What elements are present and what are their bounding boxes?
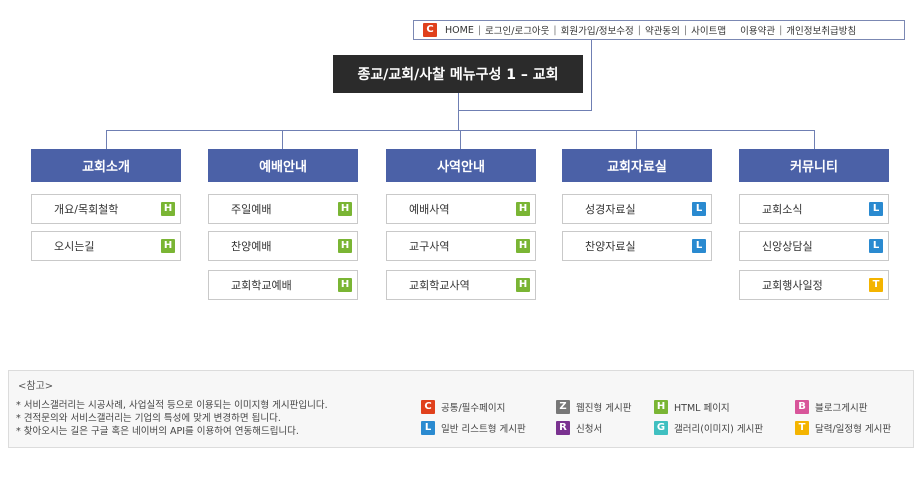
connector-cat-5 <box>814 130 815 149</box>
nav-separator: | <box>553 24 557 36</box>
common-page-badge: C <box>421 400 435 414</box>
html-page-badge: H <box>338 278 352 292</box>
menu-item-overview[interactable]: 개요/목회철학 H <box>31 194 181 224</box>
html-page-badge: H <box>338 239 352 253</box>
menu-item-label: 개요/목회철학 <box>54 203 119 216</box>
list-board-badge: L <box>869 202 883 216</box>
calendar-board-badge: T <box>795 421 809 435</box>
menu-item-label: 교회학교사역 <box>409 279 470 292</box>
connector-topbar-down <box>591 40 592 110</box>
list-board-badge: L <box>421 421 435 435</box>
html-page-badge: H <box>161 239 175 253</box>
connector-cat-3 <box>460 130 461 149</box>
nav-link-sitemap[interactable]: 사이트맵 <box>691 23 726 37</box>
legend-item: L 일반 리스트형 게시판 <box>421 421 526 435</box>
webzine-board-badge: Z <box>556 400 570 414</box>
menu-item-district-ministry[interactable]: 교구사역 H <box>386 231 536 261</box>
menu-item-label: 교구사역 <box>409 240 450 253</box>
diagram-title: 종교/교회/사찰 메뉴구성 1 – 교회 <box>333 55 583 93</box>
connector-cat-4 <box>636 130 637 149</box>
connector-title-join <box>458 110 592 111</box>
nav-link-join[interactable]: 회원가입/정보수정 <box>561 23 634 37</box>
menu-item-faith-counsel[interactable]: 신앙상담실 L <box>739 231 889 261</box>
menu-item-label: 찬양예배 <box>231 240 272 253</box>
nav-link-privacy[interactable]: 개인정보취급방침 <box>786 23 856 37</box>
connector-cat-1 <box>106 130 107 149</box>
legend-label: HTML 페이지 <box>674 403 730 414</box>
reference-notes: * 서비스갤러리는 시공사례, 사업실적 등으로 이용되는 이미지형 게시판입니… <box>16 399 328 438</box>
menu-item-school-worship[interactable]: 교회학교예배 H <box>208 270 358 300</box>
menu-item-worship-ministry[interactable]: 예배사역 H <box>386 194 536 224</box>
legend-label: 공통/필수페이지 <box>441 403 506 414</box>
category-worship-guide[interactable]: 예배안내 <box>208 149 358 182</box>
nav-separator: | <box>683 24 688 36</box>
reference-note: * 찾아오시는 길은 구글 혹은 네이버의 API를 이용하여 연동해드립니다. <box>16 426 299 437</box>
html-page-badge: H <box>516 202 530 216</box>
legend-label: 일반 리스트형 게시판 <box>441 424 526 435</box>
legend-item: Z 웹진형 게시판 <box>556 400 631 414</box>
legend-label: 갤러리(이미지) 게시판 <box>674 424 764 435</box>
list-board-badge: L <box>869 239 883 253</box>
menu-item-label: 오시는길 <box>54 240 95 253</box>
nav-separator: | <box>779 24 783 36</box>
menu-item-label: 주일예배 <box>231 203 272 216</box>
connector-cat-2 <box>282 130 283 149</box>
nav-link-home[interactable]: HOME <box>445 25 474 36</box>
legend-item: T 달력/일정형 게시판 <box>795 421 891 435</box>
menu-item-label: 교회소식 <box>762 203 803 216</box>
html-page-badge: H <box>161 202 175 216</box>
reference-box: <참고> * 서비스갤러리는 시공사례, 사업실적 등으로 이용되는 이미지형 … <box>8 370 914 448</box>
menu-item-event-schedule[interactable]: 교회행사일정 T <box>739 270 889 300</box>
reference-title: <참고> <box>18 381 54 392</box>
html-page-badge: H <box>516 239 530 253</box>
legend-item: H HTML 페이지 <box>654 400 730 414</box>
nav-link-terms-agree[interactable]: 약관동의 <box>645 23 680 37</box>
legend-label: 웹진형 게시판 <box>576 403 632 414</box>
connector-title-down <box>458 93 459 130</box>
nav-link-terms[interactable]: 이용약관 <box>740 23 775 37</box>
blog-board-badge: B <box>795 400 809 414</box>
nav-separator: | <box>637 24 641 36</box>
category-church-intro[interactable]: 교회소개 <box>31 149 181 182</box>
menu-item-label: 교회행사일정 <box>762 279 823 292</box>
calendar-board-badge: T <box>869 278 883 292</box>
common-page-badge: C <box>423 23 437 37</box>
legend-label: 블로그게시판 <box>815 403 868 414</box>
html-page-badge: H <box>654 400 668 414</box>
list-board-badge: L <box>692 202 706 216</box>
menu-item-church-news[interactable]: 교회소식 L <box>739 194 889 224</box>
menu-item-sunday-worship[interactable]: 주일예배 H <box>208 194 358 224</box>
legend-label: 달력/일정형 게시판 <box>815 424 892 435</box>
nav-separator: | <box>477 24 482 36</box>
category-church-archive[interactable]: 교회자료실 <box>562 149 712 182</box>
menu-item-directions[interactable]: 오시는길 H <box>31 231 181 261</box>
category-community[interactable]: 커뮤니티 <box>739 149 889 182</box>
legend-item: C 공통/필수페이지 <box>421 400 505 414</box>
menu-item-label: 찬양자료실 <box>585 240 636 253</box>
top-nav-bar: C HOME | 로그인/로그아웃 | 회원가입/정보수정 | 약관동의 | 사… <box>413 20 905 40</box>
legend-item: G 갤러리(이미지) 게시판 <box>654 421 763 435</box>
reference-note: * 견적문의와 서비스갤러리는 기업의 특성에 맞게 변경하면 됩니다. <box>16 413 281 424</box>
list-board-badge: L <box>692 239 706 253</box>
reference-note: * 서비스갤러리는 시공사례, 사업실적 등으로 이용되는 이미지형 게시판입니… <box>16 400 328 411</box>
legend-item: B 블로그게시판 <box>795 400 867 414</box>
nav-link-login[interactable]: 로그인/로그아웃 <box>485 23 549 37</box>
menu-item-praise-worship[interactable]: 찬양예배 H <box>208 231 358 261</box>
menu-item-praise-archive[interactable]: 찬양자료실 L <box>562 231 712 261</box>
html-page-badge: H <box>338 202 352 216</box>
menu-item-bible-archive[interactable]: 성경자료실 L <box>562 194 712 224</box>
legend-label: 신청서 <box>576 424 603 435</box>
gallery-board-badge: G <box>654 421 668 435</box>
menu-item-school-ministry[interactable]: 교회학교사역 H <box>386 270 536 300</box>
application-form-badge: R <box>556 421 570 435</box>
menu-item-label: 신앙상담실 <box>762 240 813 253</box>
html-page-badge: H <box>516 278 530 292</box>
menu-item-label: 예배사역 <box>409 203 450 216</box>
legend-item: R 신청서 <box>556 421 602 435</box>
menu-item-label: 성경자료실 <box>585 203 636 216</box>
menu-item-label: 교회학교예배 <box>231 279 292 292</box>
category-ministry-guide[interactable]: 사역안내 <box>386 149 536 182</box>
